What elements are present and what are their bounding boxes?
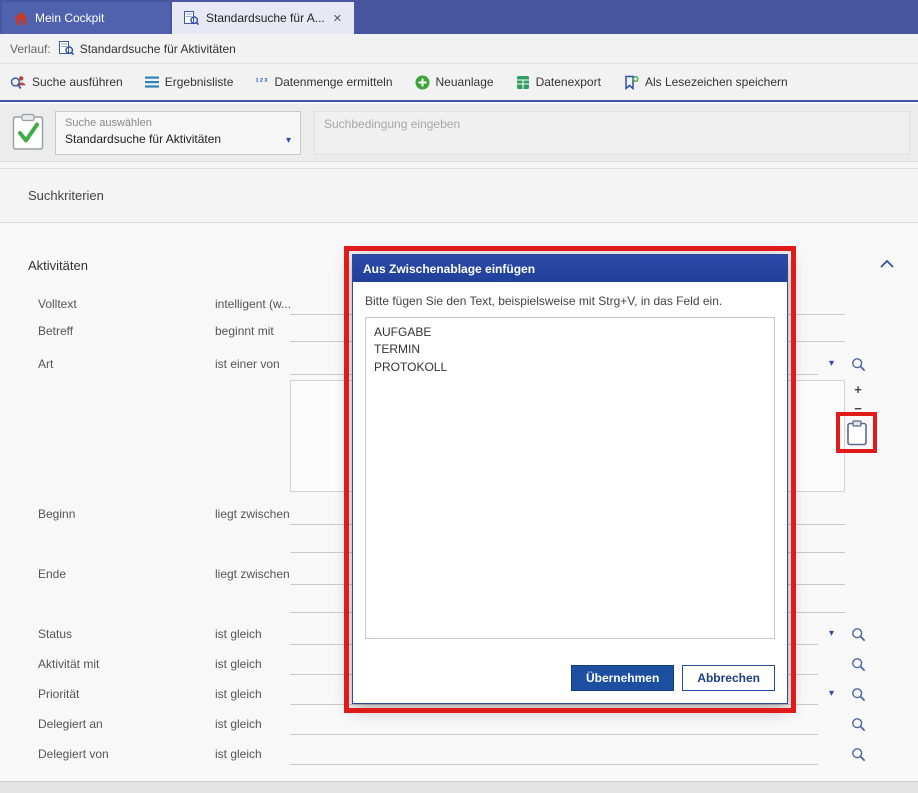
criteria-label: Status bbox=[38, 627, 72, 641]
criteria-section-title: Suchkriterien bbox=[28, 188, 104, 203]
cancel-button[interactable]: Abbrechen bbox=[682, 665, 775, 691]
action-toolbar: Suche ausführen Ergebnisliste ¹²³ Datenm… bbox=[0, 64, 918, 102]
paste-dialog-instruction: Bitte fügen Sie den Text, beispielsweise… bbox=[365, 294, 775, 308]
magnifier-icon[interactable] bbox=[851, 657, 866, 672]
chevron-up-icon[interactable] bbox=[880, 260, 894, 268]
close-icon[interactable]: ✕ bbox=[333, 12, 342, 25]
application-window: Mein Cockpit Standardsuche für A... ✕ Ve… bbox=[0, 0, 918, 793]
criteria-operator[interactable]: beginnt mit bbox=[215, 324, 274, 338]
search-condition-input[interactable]: Suchbedingung eingeben bbox=[314, 111, 910, 155]
save-bookmark-button[interactable]: Als Lesezeichen speichern bbox=[623, 75, 788, 90]
criteria-operator[interactable]: ist gleich bbox=[215, 687, 262, 701]
magnifier-icon[interactable] bbox=[851, 357, 866, 372]
apply-button[interactable]: Übernehmen bbox=[571, 665, 674, 691]
result-list-button[interactable]: Ergebnisliste bbox=[145, 75, 234, 89]
criteria-label: Delegiert an bbox=[38, 717, 103, 731]
remove-value-button[interactable]: − bbox=[849, 402, 867, 418]
saved-search-select-value: Standardsuche für Aktivitäten bbox=[65, 132, 291, 146]
export-table-icon bbox=[516, 75, 530, 90]
checklist-icon bbox=[12, 113, 44, 151]
criteria-operator[interactable]: liegt zwischen bbox=[215, 507, 290, 521]
criteria-label: Beginn bbox=[38, 507, 75, 521]
criteria-section-header: Suchkriterien bbox=[0, 168, 918, 223]
criteria-input[interactable] bbox=[290, 744, 818, 765]
criteria-operator[interactable]: ist gleich bbox=[215, 657, 262, 671]
criteria-operator[interactable]: ist einer von bbox=[215, 357, 280, 371]
paste-dialog-body: Bitte fügen Sie den Text, beispielsweise… bbox=[353, 282, 787, 705]
criteria-input[interactable] bbox=[290, 714, 818, 735]
list-icon bbox=[145, 76, 159, 88]
tool-label: Neuanlage bbox=[436, 75, 494, 89]
count-records-button[interactable]: ¹²³ Datenmenge ermitteln bbox=[255, 75, 392, 89]
criteria-label: Aktivität mit bbox=[38, 657, 99, 671]
criteria-row-delegiert-von: Delegiert von ist gleich bbox=[0, 744, 918, 766]
tab-bar: Mein Cockpit Standardsuche für A... ✕ bbox=[0, 0, 918, 34]
saved-search-select-label: Suche auswählen bbox=[65, 117, 291, 129]
search-document-icon bbox=[184, 11, 199, 26]
criteria-label: Volltext bbox=[38, 297, 77, 311]
magnifier-icon[interactable] bbox=[851, 747, 866, 762]
magnifier-icon[interactable] bbox=[851, 717, 866, 732]
user-search-icon bbox=[10, 75, 26, 90]
dialog-button-row: Übernehmen Abbrechen bbox=[571, 665, 775, 691]
tool-label: Ergebnisliste bbox=[165, 75, 234, 89]
criteria-row-delegiert-an: Delegiert an ist gleich bbox=[0, 714, 918, 736]
data-export-button[interactable]: Datenexport bbox=[516, 75, 601, 90]
activities-group-title: Aktivitäten bbox=[28, 258, 88, 273]
chevron-down-icon[interactable]: ▾ bbox=[829, 628, 834, 639]
chevron-down-icon[interactable]: ▾ bbox=[829, 688, 834, 699]
criteria-operator[interactable]: intelligent (w... bbox=[215, 297, 291, 311]
criteria-label: Art bbox=[38, 357, 53, 371]
horizontal-scrollbar[interactable] bbox=[0, 781, 918, 793]
search-condition-placeholder: Suchbedingung eingeben bbox=[324, 117, 460, 131]
count-123-icon: ¹²³ bbox=[255, 77, 268, 88]
chevron-down-icon[interactable]: ▾ bbox=[829, 358, 834, 369]
saved-search-select[interactable]: Suche auswählen Standardsuche für Aktivi… bbox=[55, 111, 301, 155]
history-item-label: Standardsuche für Aktivitäten bbox=[80, 42, 236, 56]
criteria-operator[interactable]: ist gleich bbox=[215, 627, 262, 641]
chevron-down-icon: ▾ bbox=[286, 135, 291, 146]
bookmark-add-icon bbox=[623, 75, 639, 90]
tab-mein-cockpit[interactable]: Mein Cockpit bbox=[2, 2, 170, 34]
paste-dialog: Aus Zwischenablage einfügen Bitte fügen … bbox=[352, 254, 788, 704]
criteria-operator[interactable]: ist gleich bbox=[215, 717, 262, 731]
search-document-icon bbox=[59, 41, 74, 56]
tool-label: Suche ausführen bbox=[32, 75, 123, 89]
criteria-operator[interactable]: ist gleich bbox=[215, 747, 262, 761]
magnifier-icon[interactable] bbox=[851, 627, 866, 642]
home-icon bbox=[14, 12, 28, 25]
paste-clipboard-icon[interactable] bbox=[846, 420, 870, 447]
criteria-label: Ende bbox=[38, 567, 66, 581]
criteria-label: Betreff bbox=[38, 324, 73, 338]
tab-label: Mein Cockpit bbox=[35, 11, 104, 25]
magnifier-icon[interactable] bbox=[851, 687, 866, 702]
tab-label: Standardsuche für A... bbox=[206, 11, 325, 25]
tool-label: Datenmenge ermitteln bbox=[274, 75, 392, 89]
plus-circle-icon bbox=[415, 75, 430, 90]
tool-label: Datenexport bbox=[536, 75, 601, 89]
clipboard-textarea[interactable]: AUFGABE TERMIN PROTOKOLL bbox=[365, 317, 775, 639]
tool-label: Als Lesezeichen speichern bbox=[645, 75, 788, 89]
history-bar: Verlauf: Standardsuche für Aktivitäten bbox=[0, 34, 918, 64]
history-item[interactable]: Standardsuche für Aktivitäten bbox=[59, 41, 236, 56]
paste-dialog-titlebar[interactable]: Aus Zwischenablage einfügen bbox=[353, 255, 787, 282]
criteria-label: Delegiert von bbox=[38, 747, 109, 761]
paste-dialog-title: Aus Zwischenablage einfügen bbox=[363, 262, 535, 276]
add-value-button[interactable]: + bbox=[849, 383, 867, 399]
history-label: Verlauf: bbox=[10, 42, 51, 56]
tab-standardsuche[interactable]: Standardsuche für A... ✕ bbox=[172, 2, 354, 34]
new-record-button[interactable]: Neuanlage bbox=[415, 75, 494, 90]
run-search-button[interactable]: Suche ausführen bbox=[10, 75, 123, 90]
search-select-panel: Suche auswählen Standardsuche für Aktivi… bbox=[0, 104, 918, 162]
criteria-label: Priorität bbox=[38, 687, 79, 701]
criteria-operator[interactable]: liegt zwischen bbox=[215, 567, 290, 581]
